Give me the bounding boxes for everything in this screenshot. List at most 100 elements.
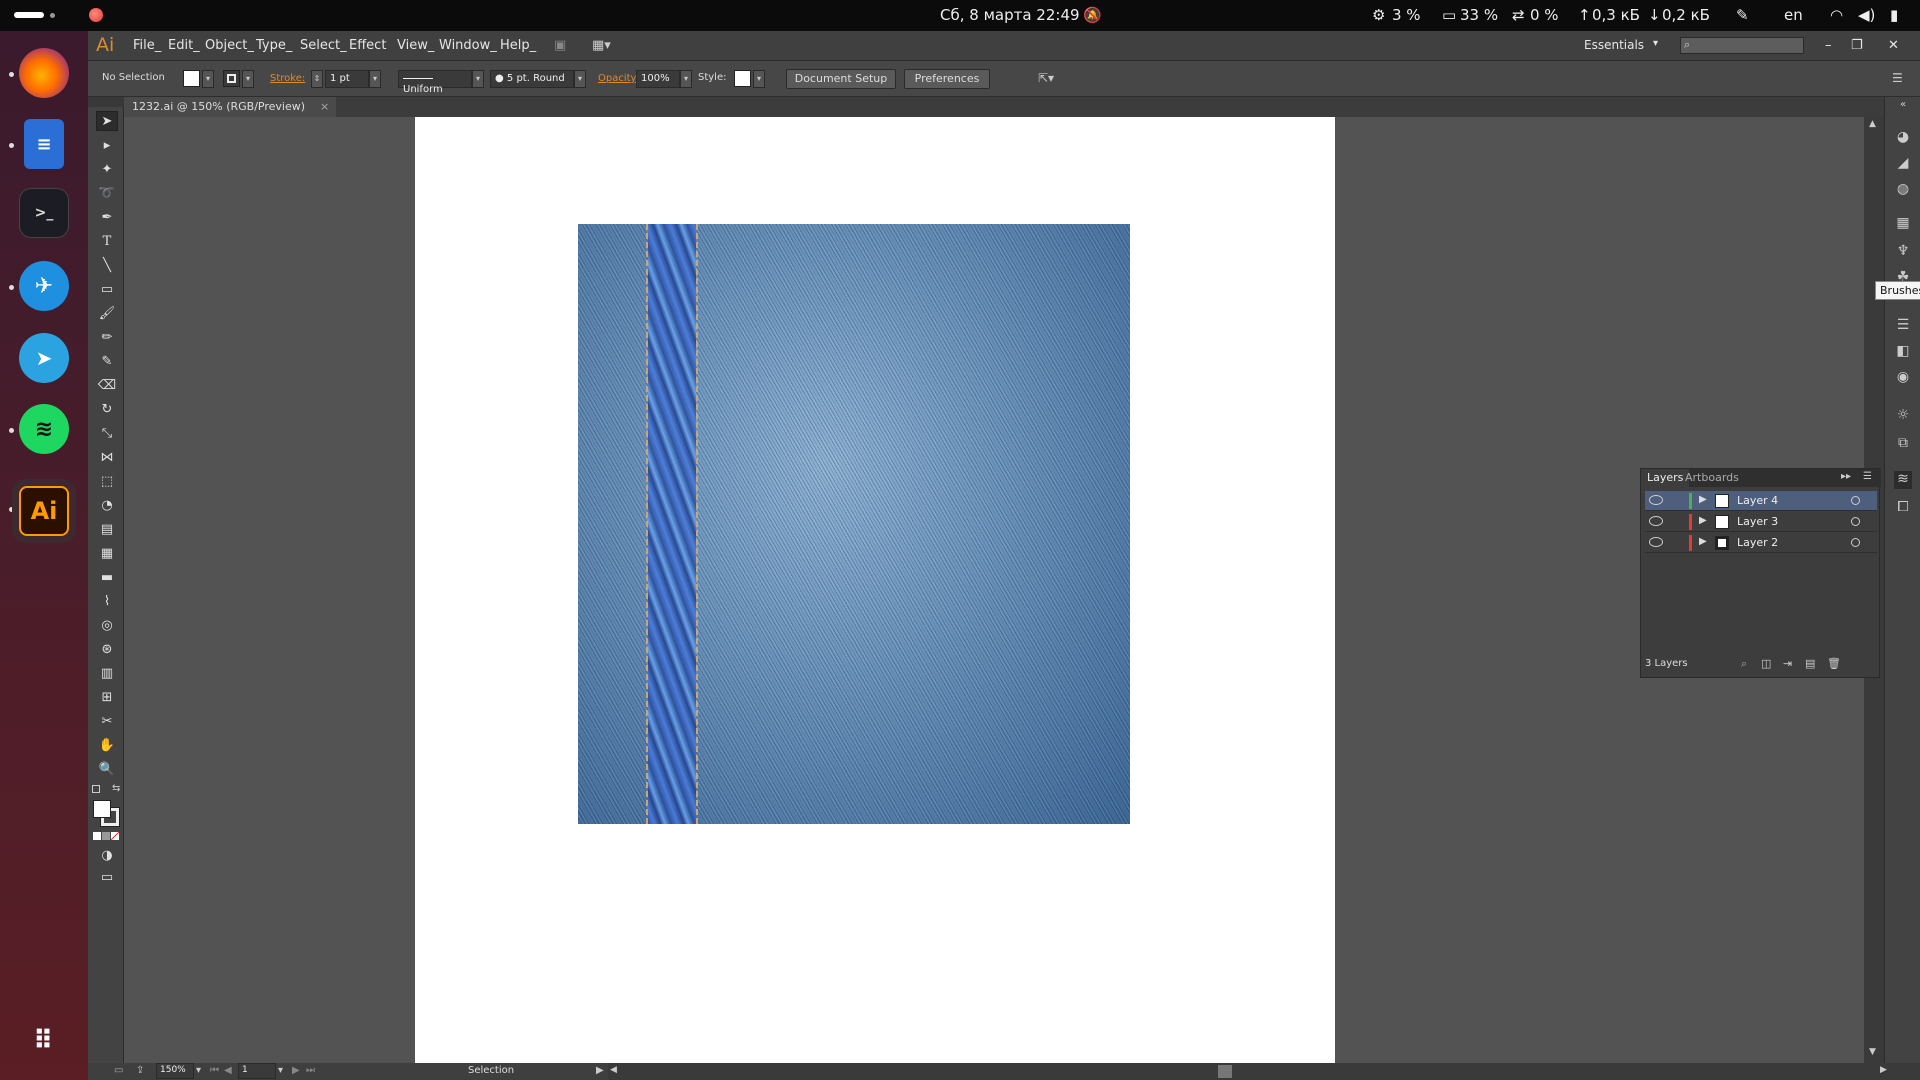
make-clipping-mask-icon[interactable]: ◫ [1761, 657, 1771, 670]
visibility-eye-icon[interactable] [1649, 516, 1663, 526]
fill-dropdown[interactable]: ▾ [202, 70, 214, 88]
next-artboard-icon[interactable]: ▶ [292, 1065, 300, 1076]
pencil-tool-icon[interactable]: ✏ [96, 327, 118, 347]
app-grid-icon[interactable]: ⠿ [19, 1016, 69, 1066]
stroke-weight-input[interactable]: 1 pt [325, 70, 369, 88]
layers-menu-icon[interactable]: ☰ [1863, 471, 1872, 482]
tab-layers[interactable]: Layers [1641, 469, 1690, 487]
volume-icon[interactable]: ◀) [1858, 6, 1875, 24]
tools-panel-grip[interactable] [88, 97, 124, 107]
document-tab[interactable]: 1232.ai @ 150% (RGB/Preview) × [124, 97, 336, 117]
color-guide-icon[interactable]: ◢ [1894, 155, 1912, 173]
spotify-icon[interactable]: ≋ [19, 404, 69, 454]
slice-tool-icon[interactable]: ✂ [96, 711, 118, 731]
direct-selection-tool-icon[interactable]: ▸ [96, 135, 118, 155]
isolate-object-icon[interactable]: ⇱▾ [1038, 71, 1054, 85]
stroke-label[interactable]: Stroke: [270, 73, 305, 84]
kuler-icon[interactable]: ◍ [1894, 181, 1912, 199]
fill-swatch[interactable] [183, 70, 200, 87]
stroke-panel-icon[interactable]: ☰ [1894, 317, 1912, 335]
terminal-icon[interactable]: >_ [19, 188, 69, 238]
menu-help[interactable]: Help_ [500, 38, 536, 53]
layer-target-icon[interactable] [1851, 538, 1860, 547]
scroll-left-icon[interactable]: ◀ [610, 1065, 617, 1075]
fill-color-box[interactable] [93, 800, 111, 818]
layers-panel-icon[interactable]: ≋ [1894, 471, 1912, 489]
menu-view[interactable]: View_ [397, 38, 434, 53]
stroke-swatch[interactable] [223, 70, 240, 87]
shape-builder-tool-icon[interactable]: ◔ [96, 495, 118, 515]
gradient-panel-icon[interactable]: ◧ [1894, 343, 1912, 361]
perspective-grid-tool-icon[interactable]: ▤ [96, 519, 118, 539]
layer-target-icon[interactable] [1851, 496, 1860, 505]
pen-tool-icon[interactable]: ✒ [96, 207, 118, 227]
arrange-documents-icon[interactable]: ▦▾ [592, 38, 611, 53]
graphic-style-dropdown[interactable]: ▾ [753, 70, 765, 88]
layer-row-2[interactable]: ▶ Layer 2 [1645, 533, 1877, 553]
collapse-panels-icon[interactable]: « [1894, 99, 1912, 117]
brushes-icon[interactable]: ♆ [1894, 243, 1912, 261]
search-input[interactable]: ⌕ [1680, 37, 1804, 54]
previous-artboard-icon[interactable]: ◀ [224, 1065, 232, 1076]
profile-dropdown[interactable]: ▾ [472, 70, 484, 88]
close-button[interactable]: ✕ [1888, 38, 1899, 53]
kite-icon[interactable]: ✈ [19, 261, 69, 311]
menu-edit[interactable]: Edit_ [168, 38, 200, 53]
scroll-down-icon[interactable]: ▼ [1869, 1047, 1876, 1057]
width-tool-icon[interactable]: ⋈ [96, 447, 118, 467]
gpu-icon[interactable]: ▭ [114, 1065, 123, 1076]
expand-triangle-icon[interactable]: ▶ [1699, 515, 1707, 526]
artboard[interactable] [415, 117, 1335, 1063]
symbol-sprayer-tool-icon[interactable]: ⊛ [96, 639, 118, 659]
locate-object-icon[interactable]: ⌕ [1741, 657, 1747, 671]
last-artboard-icon[interactable]: ⏭ [306, 1065, 315, 1076]
type-tool-icon[interactable]: T [96, 231, 118, 251]
layer-target-icon[interactable] [1851, 517, 1860, 526]
canvas-area[interactable]: ▲ ▼ [124, 117, 1884, 1063]
panel-menu-icon[interactable]: ☰ [1892, 71, 1903, 85]
denim-texture-artwork[interactable] [578, 224, 1130, 824]
mesh-tool-icon[interactable]: ▦ [96, 543, 118, 563]
paintbrush-tool-icon[interactable]: 🖌 [96, 303, 118, 323]
artboard-dropdown[interactable]: ▾ [278, 1065, 283, 1076]
color-mode-icon[interactable] [93, 832, 101, 840]
new-sublayer-icon[interactable]: ⇥ [1783, 657, 1792, 670]
expand-triangle-icon[interactable]: ▶ [1699, 494, 1707, 505]
column-graph-tool-icon[interactable]: ▥ [96, 663, 118, 683]
illustrator-dock-item[interactable]: Ai [12, 479, 76, 543]
horizontal-scroll-thumb[interactable] [1218, 1065, 1232, 1078]
opacity-input[interactable]: 100% [636, 70, 680, 88]
bridge-icon[interactable]: ▣ [554, 38, 566, 53]
eyedropper-tool-icon[interactable]: ⌇ [96, 591, 118, 611]
zoom-tool-icon[interactable]: 🔍 [96, 759, 118, 779]
layer-name[interactable]: Layer 4 [1737, 494, 1778, 507]
menu-select[interactable]: Select_ [300, 38, 347, 53]
preferences-button[interactable]: Preferences [904, 69, 990, 89]
firefox-icon[interactable] [19, 48, 69, 98]
battery-icon[interactable]: ▮ [1890, 6, 1898, 24]
swap-colors-icon[interactable]: ⇆ [112, 783, 120, 794]
artboard-tool-icon[interactable]: ⊞ [96, 687, 118, 707]
rectangle-tool-icon[interactable]: ▭ [96, 279, 118, 299]
artboard-number-input[interactable]: 1 [238, 1063, 276, 1079]
layer-name[interactable]: Layer 3 [1737, 515, 1778, 528]
none-mode-icon[interactable] [111, 832, 119, 840]
zoom-level-input[interactable]: 150% [156, 1063, 194, 1079]
status-menu-icon[interactable]: ▶ [596, 1065, 604, 1076]
menu-type[interactable]: Type_ [256, 38, 292, 53]
color-picker-icon[interactable]: ✎ [1736, 6, 1749, 24]
variable-width-profile[interactable]: Uniform [398, 70, 472, 95]
selection-tool-icon[interactable]: ➤ [96, 111, 118, 131]
expand-triangle-icon[interactable]: ▶ [1699, 536, 1707, 547]
brush-definition[interactable]: ● 5 pt. Round [490, 70, 574, 88]
new-layer-icon[interactable]: ▤ [1805, 657, 1815, 670]
panel-expand-icon[interactable]: ▸▸ [1841, 471, 1851, 482]
horizontal-scrollbar[interactable]: ◀ ▶ [608, 1063, 1920, 1080]
delete-layer-icon[interactable]: 🗑 [1827, 657, 1841, 670]
stroke-weight-stepper[interactable]: ⇕ [311, 70, 323, 88]
brush-dropdown[interactable]: ▾ [574, 70, 586, 88]
menu-window[interactable]: Window_ [439, 38, 497, 53]
app-indicator-icon[interactable] [89, 8, 103, 22]
screen-mode-icon[interactable]: ▭ [96, 867, 118, 887]
color-panel-icon[interactable]: ◕ [1894, 129, 1912, 147]
